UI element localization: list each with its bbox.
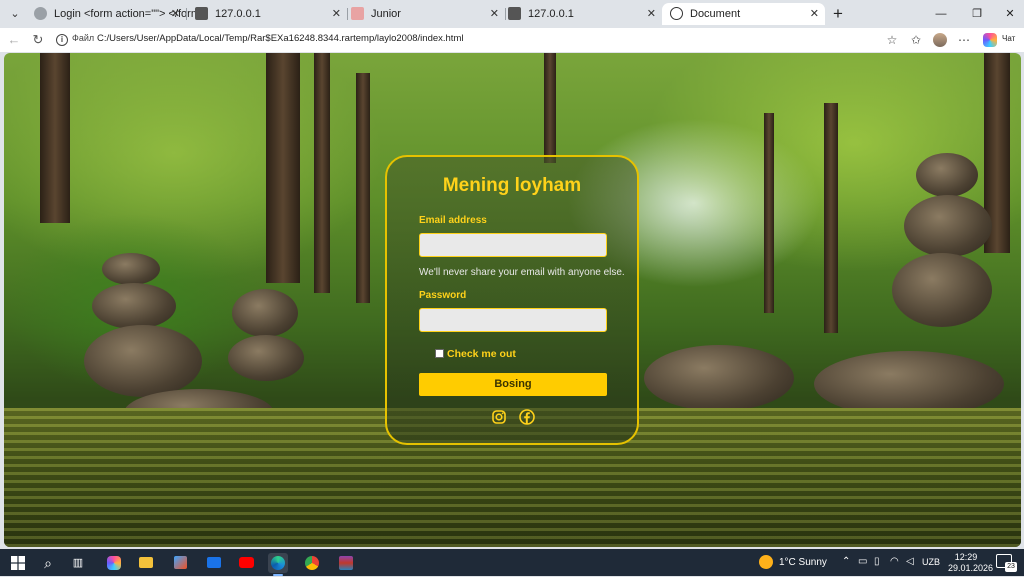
stone <box>84 325 202 397</box>
stone <box>892 253 992 327</box>
stone <box>644 345 794 411</box>
network-icon[interactable]: ▯ <box>874 556 880 567</box>
battery-icon[interactable]: ▭ <box>858 556 867 567</box>
globe-icon <box>670 7 683 20</box>
tab-junior[interactable]: Junior ✕ <box>343 3 505 25</box>
stone <box>916 153 978 197</box>
tab-login-form[interactable]: Login <form action=""> </form> ✕ <box>26 3 206 25</box>
tree-trunk <box>40 53 70 223</box>
email-label: Email address <box>419 215 487 226</box>
chrome-icon[interactable] <box>302 553 322 573</box>
info-icon[interactable]: i <box>56 34 68 46</box>
tab-label: Document <box>690 8 741 20</box>
window-close-icon[interactable]: ✕ <box>1000 4 1020 24</box>
tree-trunk <box>544 53 556 163</box>
windows-start-icon[interactable] <box>8 553 28 573</box>
close-icon[interactable]: ✕ <box>810 3 819 25</box>
facebook-icon[interactable] <box>519 409 535 425</box>
notification-badge: 23 <box>1005 562 1017 572</box>
search-icon[interactable]: ⌕ <box>38 553 58 573</box>
wifi-icon[interactable]: ◠ <box>890 556 899 567</box>
task-view-icon[interactable]: ▥ <box>68 553 88 573</box>
tab-label: 127.0.0.1 <box>528 8 574 20</box>
clock-date: 29.01.2026 <box>948 563 994 573</box>
mail-icon[interactable] <box>204 553 224 573</box>
youtube-icon[interactable] <box>236 553 256 573</box>
tab-document[interactable]: Document ✕ <box>662 3 825 25</box>
submit-button[interactable]: Bosing <box>419 373 607 396</box>
stone <box>904 195 992 257</box>
browser-toolbar: ← ↻ i Файл C:/Users/User/AppData/Local/T… <box>0 28 1024 52</box>
winrar-icon[interactable] <box>336 553 356 573</box>
close-icon[interactable]: ✕ <box>490 3 499 25</box>
tab-label: 127.0.0.1 <box>215 8 261 20</box>
tree-trunk <box>266 53 300 283</box>
chevron-up-icon[interactable]: ⌃ <box>842 556 850 567</box>
back-arrow-icon[interactable]: ← <box>4 30 24 50</box>
stone <box>228 335 304 381</box>
stone <box>92 283 176 329</box>
check-me-out-checkbox[interactable] <box>435 349 444 358</box>
edge-icon[interactable] <box>268 553 288 576</box>
windows-taskbar: ⌕ ▥ 1°C Sunny ⌃ ▭ ▯ ◠ ◁ UZB 12:29 29.01.… <box>0 549 1024 576</box>
tab-localhost-1[interactable]: 127.0.0.1 ✕ <box>187 3 347 25</box>
tree-trunk <box>356 73 370 303</box>
store-icon[interactable] <box>170 553 190 573</box>
reload-icon[interactable]: ↻ <box>28 30 48 50</box>
minimize-icon[interactable]: — <box>931 4 951 24</box>
language-indicator[interactable]: UZB <box>922 557 940 567</box>
favorites-icon[interactable]: ✩ <box>906 30 926 50</box>
restore-icon[interactable]: ❐ <box>967 4 987 24</box>
volume-icon[interactable]: ◁ <box>906 556 914 567</box>
server-icon <box>195 7 208 20</box>
tree-trunk <box>764 113 774 313</box>
scheme-label: Файл <box>72 33 95 43</box>
checkbox-label[interactable]: Check me out <box>447 348 516 360</box>
password-label: Password <box>419 290 467 301</box>
weather-sun-icon[interactable] <box>759 555 773 569</box>
tab-strip: ⌄ Login <form action=""> </form> ✕ 127.0… <box>0 0 1024 28</box>
profile-avatar[interactable] <box>933 33 947 47</box>
close-icon[interactable]: ✕ <box>647 3 656 25</box>
file-explorer-icon[interactable] <box>136 553 156 573</box>
weather-text[interactable]: 1°C Sunny <box>779 557 827 568</box>
tab-localhost-2[interactable]: 127.0.0.1 ✕ <box>500 3 662 25</box>
server-icon <box>508 7 521 20</box>
address-bar-url[interactable]: C:/Users/User/AppData/Local/Temp/Rar$EXa… <box>97 33 463 44</box>
login-form-card: Mening loyham Email address We'll never … <box>385 155 639 445</box>
stone <box>102 253 160 285</box>
clock-time: 12:29 <box>954 552 978 562</box>
new-tab-button[interactable]: + <box>828 4 848 24</box>
globe-icon <box>34 7 47 20</box>
more-options-icon[interactable]: ⋯ <box>954 30 974 50</box>
clock[interactable]: 12:29 29.01.2026 <box>948 552 994 574</box>
page-icon <box>351 7 364 20</box>
instagram-icon[interactable] <box>491 409 507 425</box>
form-title: Mening loyham <box>442 175 582 196</box>
copilot-icon[interactable] <box>983 33 997 47</box>
tab-label: Login <form action=""> </form> <box>54 8 207 20</box>
chat-label[interactable]: Чат <box>1002 34 1015 43</box>
tree-trunk <box>314 53 330 293</box>
password-field[interactable] <box>419 308 607 332</box>
stone <box>232 289 298 337</box>
copilot-taskbar-icon[interactable] <box>104 553 124 573</box>
email-field[interactable] <box>419 233 607 257</box>
tree-trunk <box>824 103 838 333</box>
page-viewport: Mening loyham Email address We'll never … <box>4 53 1021 547</box>
tab-label: Junior <box>371 8 401 20</box>
close-icon[interactable]: ✕ <box>171 3 180 25</box>
tab-actions-menu-icon[interactable]: ⌄ <box>4 4 26 24</box>
star-icon[interactable]: ☆ <box>882 30 902 50</box>
close-icon[interactable]: ✕ <box>332 3 341 25</box>
email-help-text: We'll never share your email with anyone… <box>419 267 625 278</box>
